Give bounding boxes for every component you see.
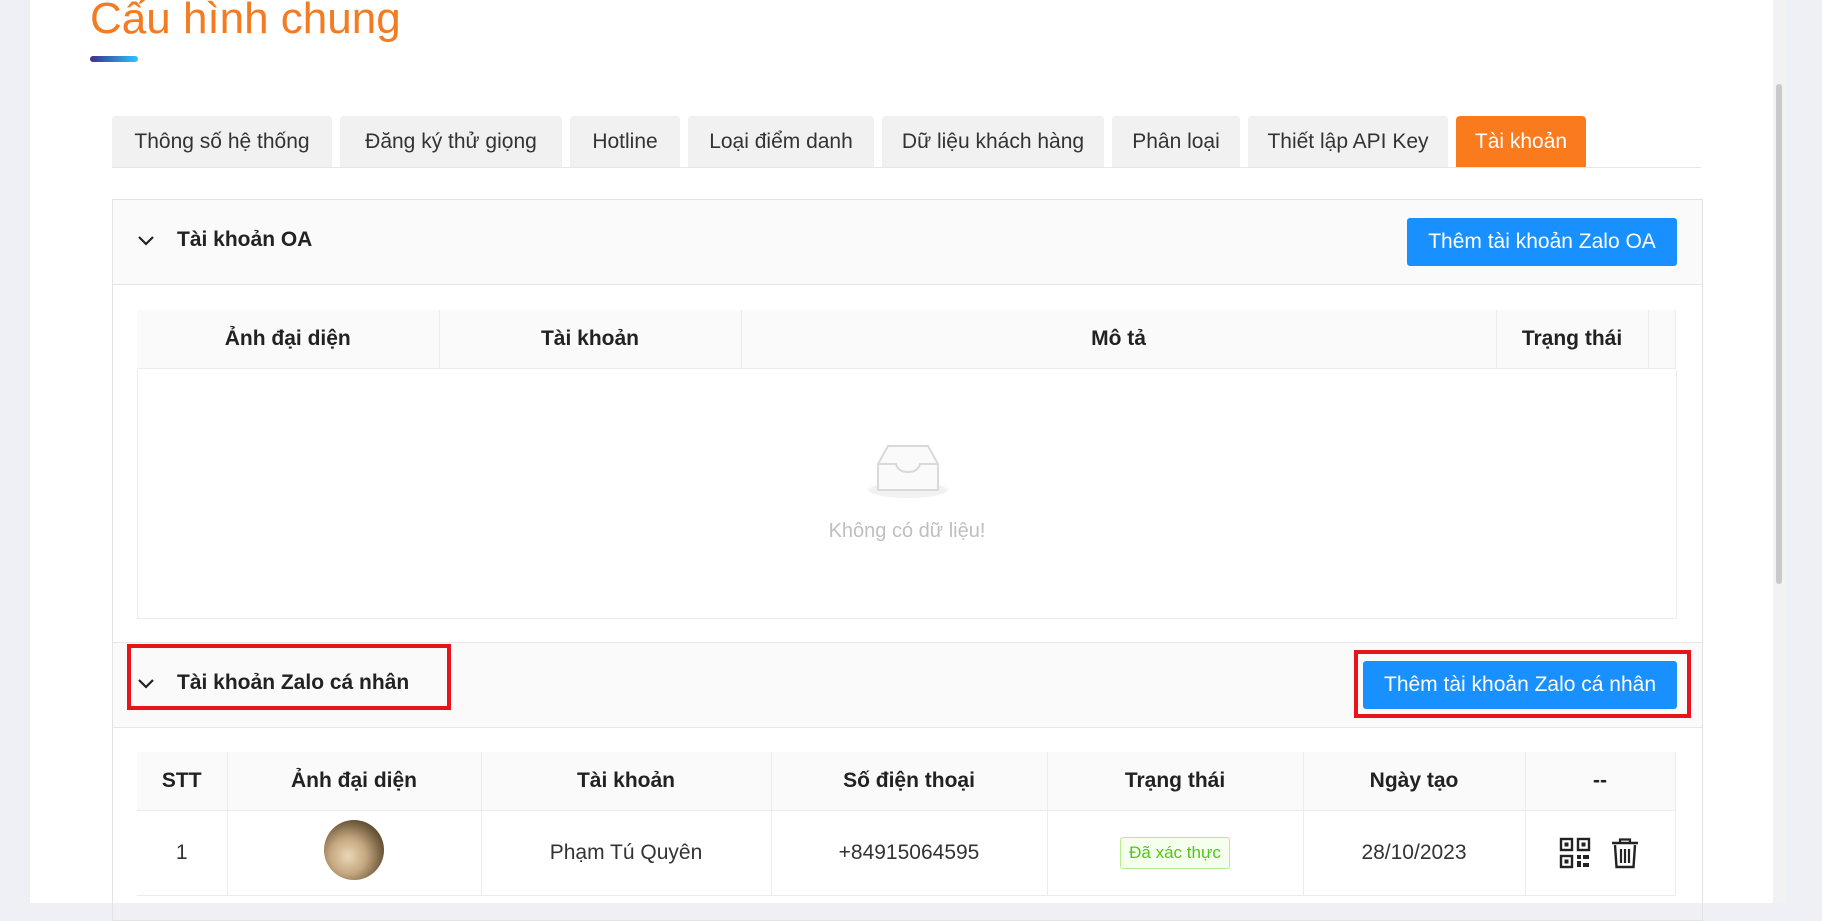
scrollbar-thumb[interactable]: [1776, 84, 1782, 584]
column-header: Ảnh đại diện: [227, 752, 482, 811]
column-header: Trạng thái: [1047, 752, 1304, 811]
created-date: 28/10/2023: [1303, 810, 1526, 896]
tab-customer-data[interactable]: Dữ liệu khách hàng: [882, 116, 1104, 168]
avatar: [324, 820, 384, 880]
tab-system-params[interactable]: Thông số hệ thống: [112, 116, 332, 168]
qr-code-icon[interactable]: [1559, 837, 1591, 869]
chevron-down-icon[interactable]: [135, 230, 157, 252]
title-underline: [90, 56, 138, 62]
trash-icon[interactable]: [1609, 837, 1641, 869]
column-header-filler: [1648, 310, 1676, 369]
oa-section-header[interactable]: Tài khoản OA Thêm tài khoản Zalo OA: [113, 200, 1702, 285]
column-header: Ngày tạo: [1303, 752, 1526, 811]
phone-number: +84915064595: [771, 810, 1048, 896]
column-header: Trạng thái: [1496, 310, 1649, 369]
page-title: Cấu hình chung: [90, 0, 401, 43]
column-header: Mô tả: [741, 310, 1497, 369]
row-actions: [1525, 810, 1676, 896]
table-row: 1 Phạm Tú Quyên +84915064595 Đã xác thực…: [137, 810, 1676, 896]
oa-table-header: Ảnh đại diện Tài khoản Mô tả Trạng thái: [137, 310, 1676, 369]
personal-table: STT Ảnh đại diện Tài khoản Số điện thoại…: [137, 752, 1676, 896]
tab-attendance-type[interactable]: Loại điểm danh: [688, 116, 874, 168]
oa-section-title: Tài khoản OA: [177, 228, 313, 251]
column-header: Tài khoản: [481, 752, 772, 811]
oa-table: Ảnh đại diện Tài khoản Mô tả Trạng thái: [137, 310, 1676, 369]
tabs-divider: [112, 167, 1701, 168]
add-zalo-oa-button[interactable]: Thêm tài khoản Zalo OA: [1407, 218, 1677, 266]
page-container: Cấu hình chung Thông số hệ thống Đăng ký…: [30, 0, 1785, 921]
column-header: --: [1525, 752, 1676, 811]
tab-accounts[interactable]: Tài khoản: [1456, 116, 1586, 168]
column-header: Số điện thoại: [771, 752, 1048, 811]
accounts-panel: Tài khoản OA Thêm tài khoản Zalo OA Ảnh …: [112, 199, 1703, 921]
row-index: 1: [137, 810, 228, 896]
empty-inbox-icon: [868, 445, 948, 498]
account-name: Phạm Tú Quyên: [481, 810, 772, 896]
empty-state: Không có dữ liệu!: [137, 370, 1677, 619]
highlight-box-add-button: [1354, 650, 1691, 718]
scrollbar-track[interactable]: [1773, 0, 1785, 903]
tab-classification[interactable]: Phân loại: [1112, 116, 1240, 168]
highlight-box-section-title: [127, 644, 451, 710]
column-header: STT: [137, 752, 228, 811]
empty-text: Không có dữ liệu!: [828, 520, 986, 542]
tab-api-key[interactable]: Thiết lập API Key: [1248, 116, 1448, 168]
personal-table-header: STT Ảnh đại diện Tài khoản Số điện thoại…: [137, 752, 1676, 811]
tab-hotline[interactable]: Hotline: [570, 116, 680, 168]
column-header: Ảnh đại diện: [137, 310, 440, 369]
column-header: Tài khoản: [439, 310, 742, 369]
tab-voice-trial[interactable]: Đăng ký thử giọng: [340, 116, 562, 168]
status-badge: Đã xác thực: [1120, 837, 1230, 869]
